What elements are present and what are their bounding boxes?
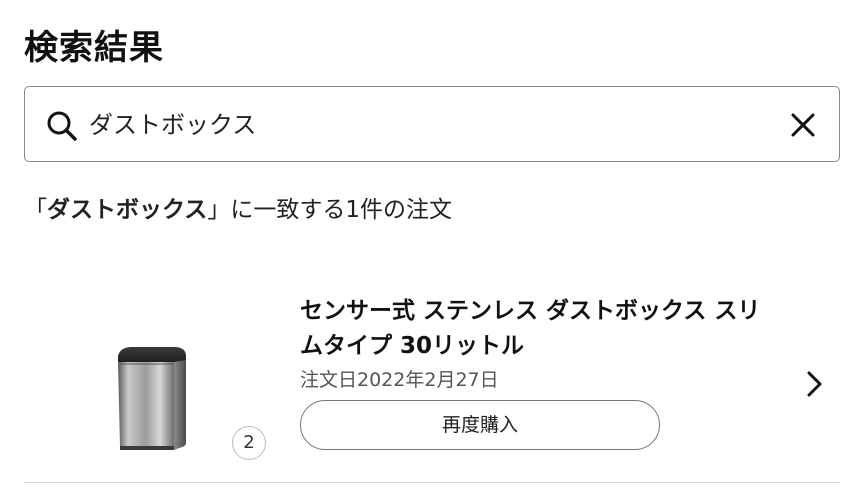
summary-rest: 」に一致する1件の注文	[207, 197, 452, 223]
result-summary: 「ダストボックス」に一致する1件の注文	[24, 194, 452, 226]
product-image[interactable]	[104, 342, 196, 454]
summary-keyword: ダストボックス	[47, 197, 208, 223]
chevron-right-icon[interactable]	[800, 370, 828, 398]
search-icon	[45, 109, 79, 143]
product-title[interactable]: センサー式 ステンレス ダストボックス スリムタイプ 30リットル	[300, 294, 780, 364]
quantity-badge: 2	[232, 426, 266, 460]
clear-search-button[interactable]	[783, 105, 823, 145]
summary-open-quote: 「	[24, 197, 47, 223]
divider	[24, 482, 840, 483]
search-results-page: 検索結果 「ダストボックス」に一致する1件の注文	[0, 0, 864, 496]
order-date: 注文日2022年2月27日	[300, 369, 499, 391]
close-icon	[791, 113, 815, 137]
page-title: 検索結果	[24, 28, 164, 68]
order-item[interactable]: 2 センサー式 ステンレス ダストボックス スリムタイプ 30リットル 注文日2…	[0, 280, 864, 484]
search-box[interactable]	[24, 86, 840, 162]
rebuy-button[interactable]: 再度購入	[300, 400, 660, 450]
search-input[interactable]	[89, 105, 769, 145]
